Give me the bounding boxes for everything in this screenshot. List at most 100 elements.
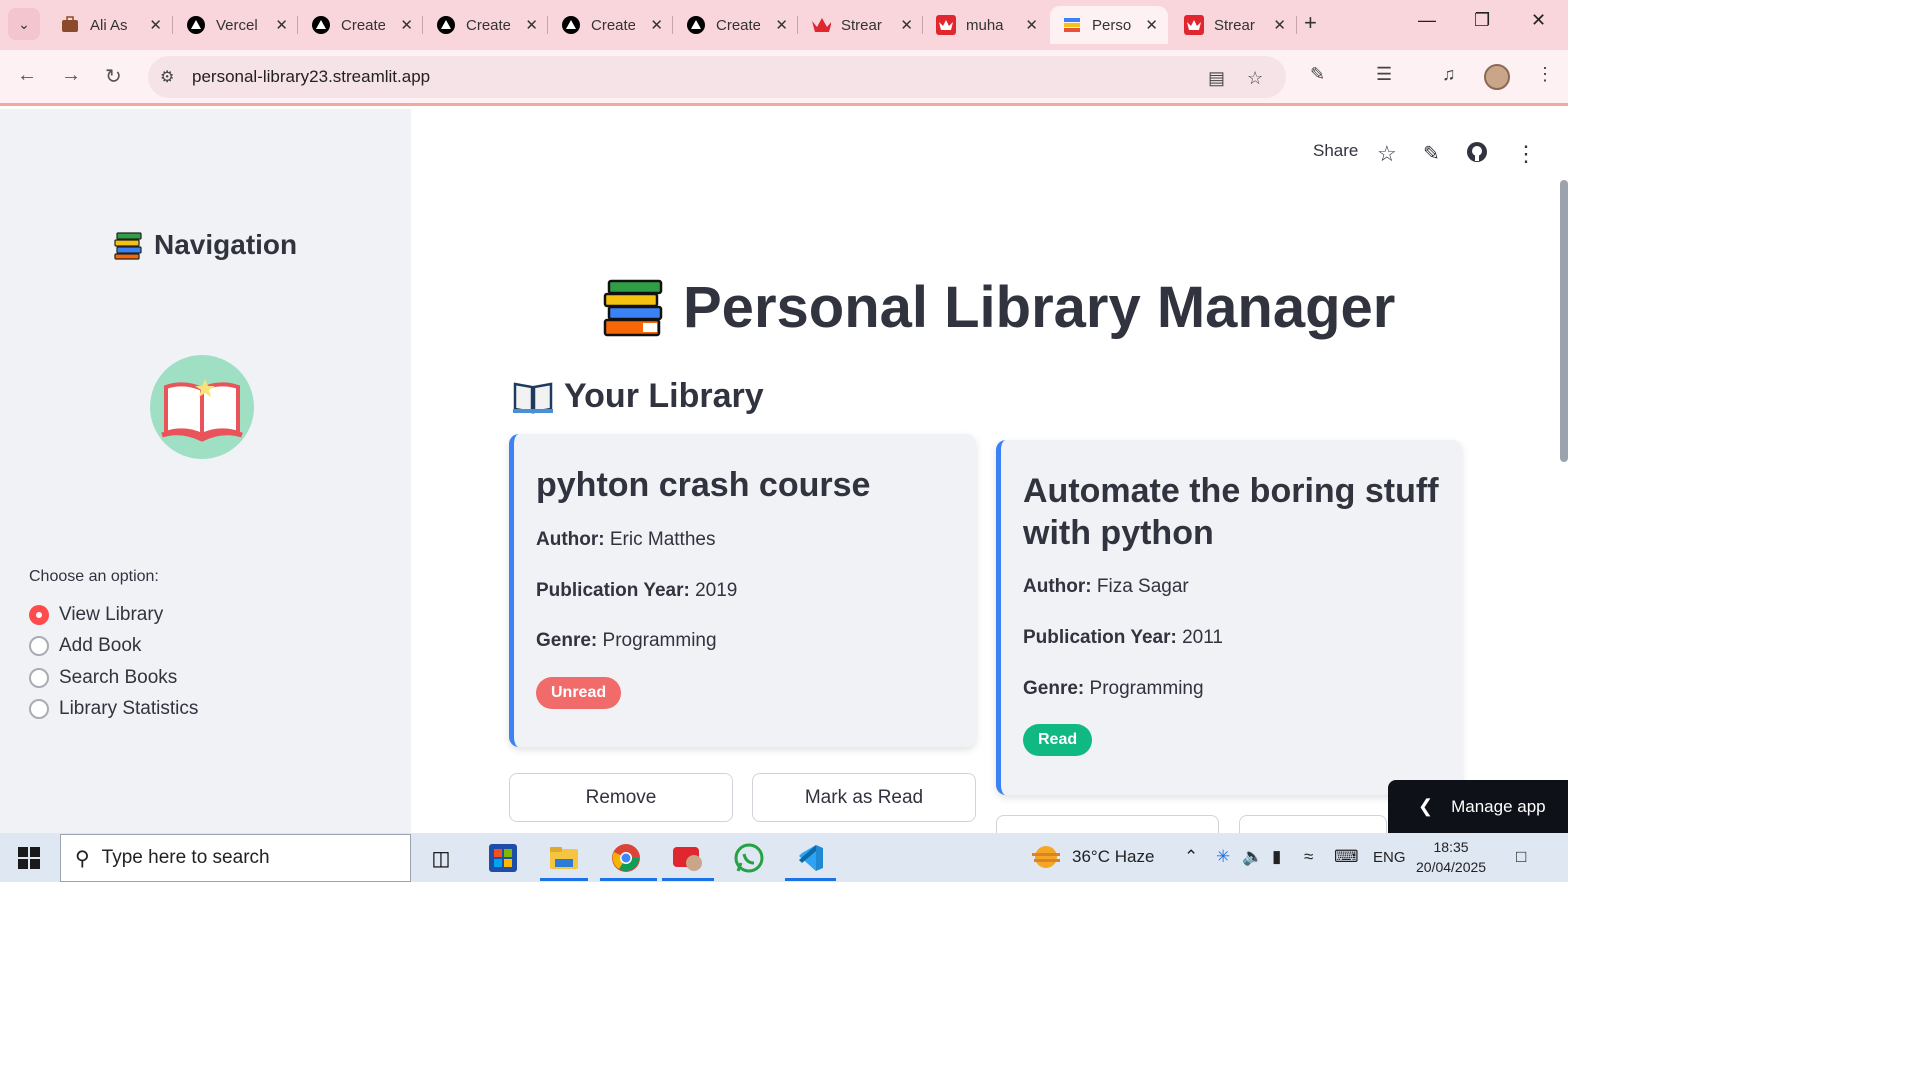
window-close-icon[interactable]: ✕ bbox=[1531, 10, 1546, 31]
radio-view-library[interactable]: View Library bbox=[29, 604, 163, 626]
vercel-icon bbox=[311, 15, 331, 35]
browser-tab[interactable]: Create ✕ bbox=[549, 6, 673, 44]
chrome-icon[interactable] bbox=[609, 841, 643, 875]
browser-tab[interactable]: Create ✕ bbox=[299, 6, 423, 44]
close-icon[interactable]: ✕ bbox=[775, 16, 788, 34]
book-genre: Genre: Programming bbox=[536, 630, 717, 652]
remove-button[interactable] bbox=[996, 815, 1219, 833]
streamlit-icon bbox=[811, 15, 831, 35]
close-icon[interactable]: ✕ bbox=[1145, 16, 1158, 34]
clock[interactable]: 18:35 20/04/2025 bbox=[1416, 837, 1486, 877]
radio-add-book[interactable]: Add Book bbox=[29, 635, 141, 657]
briefcase-icon bbox=[60, 15, 80, 35]
close-icon[interactable]: ✕ bbox=[650, 16, 663, 34]
clock-time: 18:35 bbox=[1433, 839, 1469, 855]
file-explorer-icon[interactable] bbox=[547, 841, 581, 875]
main-menu-icon[interactable]: ⋮ bbox=[1515, 141, 1537, 167]
mark-as-read-button[interactable]: Mark as Read bbox=[752, 773, 976, 822]
browser-tab[interactable]: Vercel ✕ bbox=[174, 6, 298, 44]
book-genre: Genre: Programming bbox=[1023, 678, 1204, 700]
weather-text[interactable]: 36°C Haze bbox=[1072, 847, 1154, 867]
browser-tab[interactable]: Create ✕ bbox=[674, 6, 798, 44]
browser-tab-active[interactable]: Perso ✕ bbox=[1050, 6, 1168, 44]
wifi-icon[interactable]: ≈ bbox=[1304, 847, 1313, 867]
battery-icon[interactable]: ▮ bbox=[1272, 847, 1281, 867]
media-control-icon[interactable]: ♫ bbox=[1442, 64, 1456, 85]
status-badge: Read bbox=[1023, 724, 1093, 756]
reload-icon[interactable]: ↻ bbox=[105, 64, 122, 89]
scrollbar-thumb[interactable] bbox=[1560, 180, 1568, 462]
install-app-icon[interactable]: ▤ bbox=[1208, 68, 1225, 89]
tab-label: Create bbox=[466, 16, 510, 34]
task-view-icon[interactable]: ◫ bbox=[424, 841, 458, 875]
new-tab-plus-icon[interactable]: + bbox=[1304, 10, 1317, 36]
windows-taskbar: ⚲ Type here to search ◫ 36°C Haze ⌃ ✳ 🔈 … bbox=[0, 833, 1568, 882]
close-icon[interactable]: ✕ bbox=[400, 16, 413, 34]
close-icon[interactable]: ✕ bbox=[900, 16, 913, 34]
close-icon[interactable]: ✕ bbox=[275, 16, 288, 34]
tab-label: Create bbox=[716, 16, 760, 34]
radio-indicator[interactable] bbox=[29, 668, 49, 688]
book-year: Publication Year: 2011 bbox=[1023, 627, 1223, 649]
taskbar-search-input[interactable]: ⚲ Type here to search bbox=[60, 834, 411, 882]
year-label: Publication Year: bbox=[536, 580, 690, 601]
language-indicator[interactable]: ENG bbox=[1373, 849, 1406, 866]
radio-selected-indicator[interactable] bbox=[29, 605, 49, 625]
windows-start-icon[interactable] bbox=[18, 847, 40, 869]
close-icon[interactable]: ✕ bbox=[149, 16, 162, 34]
remove-button[interactable]: Remove bbox=[509, 773, 733, 822]
chrome-profile-icon[interactable] bbox=[671, 841, 705, 875]
browser-tab[interactable]: Strear ✕ bbox=[1172, 6, 1296, 44]
tab-search-chevron-icon[interactable]: ⌄ bbox=[8, 8, 40, 40]
forward-arrow-icon[interactable]: → bbox=[61, 64, 81, 87]
vscode-icon[interactable] bbox=[793, 841, 827, 875]
vercel-icon bbox=[186, 15, 206, 35]
close-icon[interactable]: ✕ bbox=[1273, 16, 1286, 34]
star-icon[interactable]: ☆ bbox=[1377, 141, 1397, 167]
whatsapp-icon[interactable] bbox=[732, 841, 766, 875]
genre-value: Programming bbox=[602, 630, 717, 651]
radio-search-books[interactable]: Search Books bbox=[29, 667, 177, 689]
weather-icon[interactable] bbox=[1030, 843, 1062, 876]
year-value: 2019 bbox=[695, 580, 738, 601]
reading-list-icon[interactable]: ☰ bbox=[1376, 64, 1392, 85]
radio-library-statistics[interactable]: Library Statistics bbox=[29, 698, 198, 720]
status-badge: Unread bbox=[536, 677, 622, 709]
tab-label: Ali As bbox=[90, 16, 128, 34]
browser-menu-icon[interactable]: ⋮ bbox=[1536, 64, 1554, 85]
extensions-icon[interactable]: ✎ bbox=[1310, 64, 1325, 85]
github-icon[interactable] bbox=[1466, 141, 1488, 163]
radio-option-label: Add Book bbox=[59, 635, 142, 656]
bluetooth-icon[interactable]: ✳ bbox=[1216, 847, 1230, 867]
microsoft-store-icon[interactable] bbox=[486, 841, 520, 875]
radio-indicator[interactable] bbox=[29, 699, 49, 719]
genre-label: Genre: bbox=[536, 630, 598, 651]
volume-icon[interactable]: 🔈 bbox=[1242, 847, 1263, 867]
back-arrow-icon[interactable]: ← bbox=[17, 64, 37, 87]
manage-app-button[interactable]: ❮ Manage app bbox=[1388, 780, 1568, 833]
url-text[interactable]: personal-library23.streamlit.app bbox=[192, 67, 430, 87]
browser-tab[interactable]: Create ✕ bbox=[424, 6, 548, 44]
browser-tab[interactable]: Strear ✕ bbox=[799, 6, 923, 44]
browser-tab[interactable]: muha ✕ bbox=[924, 6, 1048, 44]
search-icon: ⚲ bbox=[75, 847, 90, 870]
radio-indicator[interactable] bbox=[29, 636, 49, 656]
close-icon[interactable]: ✕ bbox=[525, 16, 538, 34]
edit-pencil-icon[interactable]: ✎ bbox=[1423, 141, 1440, 166]
genre-value: Programming bbox=[1089, 678, 1204, 699]
keyboard-icon[interactable]: ⌨ bbox=[1334, 847, 1359, 867]
minimize-icon[interactable]: — bbox=[1418, 10, 1436, 31]
tab-label: Vercel bbox=[216, 16, 258, 34]
share-button[interactable]: Share bbox=[1313, 141, 1358, 161]
notifications-icon[interactable]: □ bbox=[1516, 847, 1526, 867]
restore-icon[interactable]: ❐ bbox=[1474, 10, 1490, 31]
close-icon[interactable]: ✕ bbox=[1025, 16, 1038, 34]
chevron-up-icon[interactable]: ⌃ bbox=[1184, 847, 1198, 867]
site-settings-icon[interactable]: ⚙ bbox=[160, 67, 174, 87]
bookmark-star-icon[interactable]: ☆ bbox=[1247, 68, 1263, 89]
mark-as-unread-button[interactable] bbox=[1239, 815, 1387, 833]
address-bar[interactable]: ⚙ personal-library23.streamlit.app ▤ ☆ bbox=[148, 56, 1286, 98]
clock-date: 20/04/2025 bbox=[1416, 859, 1487, 875]
profile-avatar[interactable] bbox=[1484, 64, 1510, 90]
browser-tab[interactable]: Ali As ✕ bbox=[48, 6, 172, 44]
